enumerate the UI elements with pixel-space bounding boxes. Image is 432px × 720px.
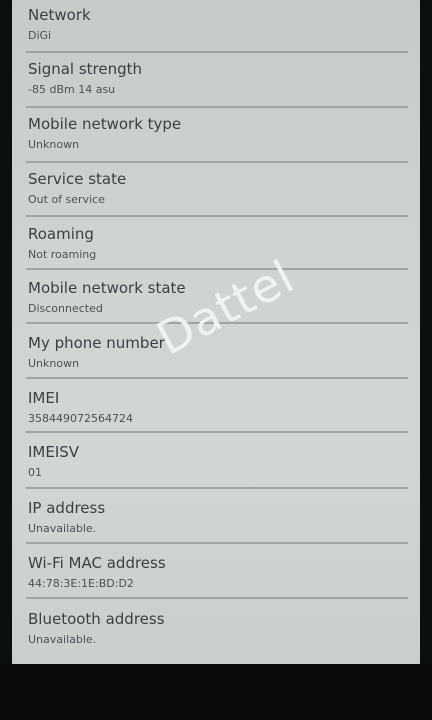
item-title: Signal strength [28, 60, 143, 78]
list-item-signal-strength[interactable]: Signal strength -85 dBm 14 asu [28, 52, 406, 104]
item-title: Service state [28, 170, 127, 188]
list-item-network[interactable]: Network DiGi [28, 0, 406, 50]
divider [26, 487, 408, 489]
list-item-mobile-network-type[interactable]: Mobile network type Unknown [28, 107, 406, 159]
item-title: IMEI [28, 389, 60, 407]
list-item-bluetooth-address[interactable]: Bluetooth address Unavailable. [28, 602, 406, 654]
bottom-bezel [0, 664, 432, 720]
item-title: Network [28, 6, 91, 24]
item-summary: 358449072564724 [28, 412, 133, 425]
list-item-imei[interactable]: IMEI 358449072564724 [28, 381, 406, 433]
list-item-wifi-mac-address[interactable]: Wi-Fi MAC address 44:78:3E:1E:BD:D2 [28, 546, 406, 598]
item-summary: Unavailable. [28, 522, 97, 535]
item-summary: Out of service [28, 193, 105, 206]
item-summary: Disconnected [28, 302, 103, 315]
item-title: Wi-Fi MAC address [28, 554, 166, 572]
item-summary: -85 dBm 14 asu [28, 83, 116, 96]
item-title: Bluetooth address [28, 610, 165, 628]
list-item-ip-address[interactable]: IP address Unavailable. [28, 491, 406, 543]
list-item-imeisv[interactable]: IMEISV 01 [28, 435, 406, 487]
item-title: Mobile network type [28, 115, 182, 133]
list-item-service-state[interactable]: Service state Out of service [28, 162, 406, 214]
status-screen: Network DiGi Signal strength -85 dBm 14 … [12, 0, 420, 664]
divider [26, 597, 408, 599]
item-title: My phone number [28, 334, 165, 352]
item-summary: Unavailable. [28, 633, 97, 646]
item-summary: Not roaming [28, 248, 97, 261]
item-summary: DiGi [28, 29, 52, 42]
item-summary: Unknown [28, 138, 80, 151]
item-title: IP address [28, 499, 106, 517]
item-title: Mobile network state [28, 279, 186, 297]
item-summary: 44:78:3E:1E:BD:D2 [28, 577, 134, 590]
item-summary: 01 [28, 466, 42, 479]
divider [26, 431, 408, 433]
list-item-roaming[interactable]: Roaming Not roaming [28, 217, 406, 269]
item-title: IMEISV [28, 443, 80, 461]
divider [26, 542, 408, 544]
divider [26, 268, 408, 270]
item-summary: Unknown [28, 357, 80, 370]
item-title: Roaming [28, 225, 94, 243]
divider [26, 377, 408, 379]
